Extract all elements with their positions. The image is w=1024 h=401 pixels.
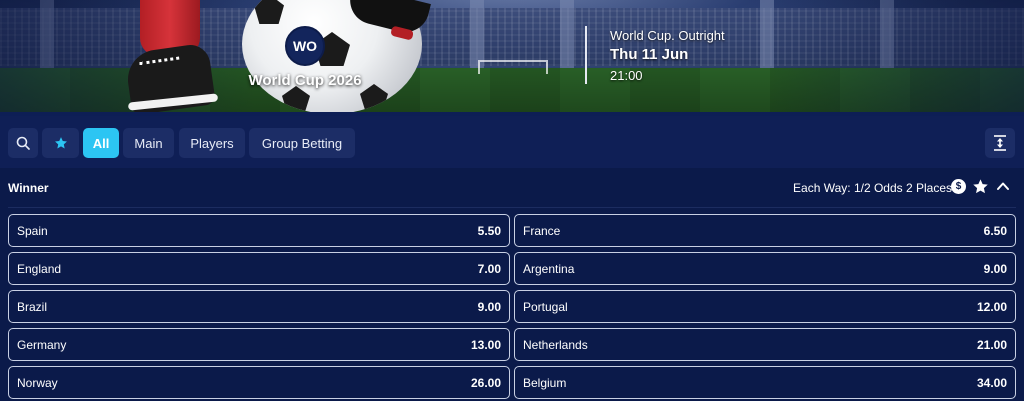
star-icon[interactable] (972, 178, 989, 195)
selection-odds: 21.00 (976, 337, 1007, 352)
market-title: Winner (8, 181, 49, 195)
competition-title: World Cup 2026 (248, 72, 362, 89)
hero-divider (585, 26, 587, 84)
selection-odds: 26.00 (470, 375, 501, 390)
selections-grid: Spain 5.50 France 6.50 England 7.00 Arge… (8, 214, 1016, 399)
selection-odds: 9.00 (477, 299, 501, 314)
selection-odds: 12.00 (976, 299, 1007, 314)
competition-badge: WO (285, 26, 325, 66)
selection-name: Argentina (523, 261, 575, 276)
selection-name: Germany (17, 337, 67, 352)
selection-name: Brazil (17, 299, 48, 314)
selection-odds: 13.00 (470, 337, 501, 352)
dollar-icon[interactable]: $ (951, 179, 966, 194)
each-way-terms: Each Way: 1/2 Odds 2 Places (793, 181, 952, 195)
collapse-all-button[interactable] (985, 128, 1015, 158)
selection-name: Portugal (523, 299, 568, 314)
selection-odds: 34.00 (976, 375, 1007, 390)
event-date: Thu 11 Jun (610, 46, 689, 63)
selection-name: France (523, 223, 561, 238)
tab-all[interactable]: All (83, 128, 119, 158)
market-filter-toolbar: All Main Players Group Betting (0, 116, 1024, 168)
tab-main[interactable]: Main (123, 128, 174, 158)
hero-banner: WO World Cup 2026 World Cup. Outright Th… (0, 0, 1024, 112)
selection-name: Spain (17, 223, 48, 238)
tab-players[interactable]: Players (179, 128, 245, 158)
selection-france[interactable]: France 6.50 (514, 214, 1016, 247)
selection-odds: 7.00 (477, 261, 501, 276)
selection-argentina[interactable]: Argentina 9.00 (514, 252, 1016, 285)
selection-netherlands[interactable]: Netherlands 21.00 (514, 328, 1016, 361)
star-icon (54, 137, 67, 149)
selection-norway[interactable]: Norway 26.00 (8, 366, 510, 399)
market-header[interactable]: Winner Each Way: 1/2 Odds 2 Places (0, 168, 1024, 208)
selection-odds: 9.00 (983, 261, 1007, 276)
event-subtitle: World Cup. Outright (610, 28, 725, 43)
selection-germany[interactable]: Germany 13.00 (8, 328, 510, 361)
tab-group-betting[interactable]: Group Betting (249, 128, 355, 158)
selection-spain[interactable]: Spain 5.50 (8, 214, 510, 247)
selection-brazil[interactable]: Brazil 9.00 (8, 290, 510, 323)
search-button[interactable] (8, 128, 38, 158)
ball-panel (282, 86, 310, 112)
selection-name: England (17, 261, 62, 276)
event-time: 21:00 (610, 68, 643, 83)
selection-odds: 5.50 (477, 223, 501, 238)
header-divider (8, 207, 1016, 208)
ball-panel (254, 0, 284, 24)
search-icon (16, 136, 30, 150)
collapse-all-icon (994, 135, 1006, 151)
selection-portugal[interactable]: Portugal 12.00 (514, 290, 1016, 323)
selection-odds: 6.50 (983, 223, 1007, 238)
selection-name: Belgium (523, 375, 567, 390)
selection-belgium[interactable]: Belgium 34.00 (514, 366, 1016, 399)
selection-name: Netherlands (523, 337, 588, 352)
selection-name: Norway (17, 375, 58, 390)
favourites-button[interactable] (42, 128, 79, 158)
selection-england[interactable]: England 7.00 (8, 252, 510, 285)
chevron-up-icon[interactable] (996, 180, 1010, 192)
